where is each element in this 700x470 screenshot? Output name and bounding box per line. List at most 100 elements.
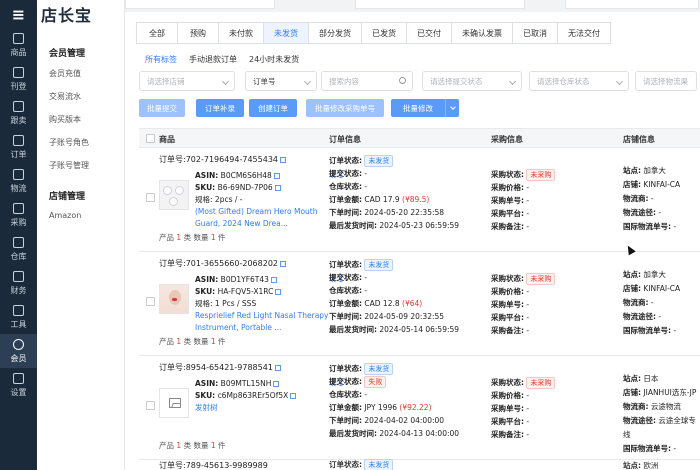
sidebar-item-recharge[interactable]: 会员充值: [49, 68, 124, 79]
row-checkbox[interactable]: [146, 401, 155, 410]
order-field-select[interactable]: 订单号: [245, 71, 317, 91]
copy-icon[interactable]: [274, 364, 281, 371]
order-no-value[interactable]: 789-45613-9989989: [186, 461, 268, 470]
status-tabs: 全部 预购 未付款 未发货 部分发货 已发货 已交付 未确认发票 已取消 无法交…: [136, 22, 611, 44]
tab-delivered[interactable]: 已交付: [406, 22, 452, 44]
order-no-value[interactable]: 702-7196494-7455434: [186, 155, 278, 164]
tab-partial[interactable]: 部分发货: [308, 22, 362, 44]
sidebar-item-sub-accounts[interactable]: 子账号管理: [49, 160, 124, 171]
logo-icon: ≡: [11, 4, 26, 24]
asin-value[interactable]: B0CM6S6H48: [221, 171, 272, 180]
batch-edit-button[interactable]: 批量修改: [391, 99, 459, 117]
sku-value[interactable]: HA-FQV5-X1RC: [218, 287, 274, 296]
sidebar-item-transactions[interactable]: 交易流水: [49, 91, 124, 102]
tab-preorder[interactable]: 预购: [177, 22, 219, 44]
submit-status-select[interactable]: 请选择提交状态: [422, 71, 522, 91]
sidebar-item-amazon[interactable]: Amazon: [49, 211, 124, 220]
buy-no-value: -: [526, 300, 530, 309]
order-no-value[interactable]: 8954-65421-9788541: [186, 363, 273, 372]
row-checkbox[interactable]: [146, 193, 155, 202]
tag-24h-unshipped[interactable]: 24小时未发货: [249, 54, 299, 65]
channel-select[interactable]: 请选择物流渠: [635, 71, 697, 91]
product-title-link[interactable]: 发射树: [195, 402, 343, 414]
logistics-line: 物流商: -: [623, 192, 700, 206]
tab-unpaid[interactable]: 未付款: [218, 22, 264, 44]
table-row: 订单号:702-7196494-7455434 ASIN: B0CM6S6H48…: [139, 148, 700, 252]
copy-icon[interactable]: [275, 289, 282, 295]
order-no-value[interactable]: 701-3655660-2068202: [186, 259, 278, 268]
ship-time-value: 2024-04-13 04:00:00: [379, 429, 460, 438]
sku-value[interactable]: B6-69ND-7P06: [218, 183, 273, 192]
select-all-checkbox[interactable]: [146, 134, 155, 143]
copy-icon[interactable]: [270, 277, 277, 283]
product-title-link[interactable]: (Most Gifted) Dream Hero Mouth Guard, 20…: [195, 206, 343, 230]
brand-title: 店长宝: [41, 6, 93, 25]
qty-label: 数量: [193, 441, 209, 450]
rail-label: 刊登: [10, 81, 27, 91]
copy-icon[interactable]: [274, 185, 281, 191]
copy-icon[interactable]: [280, 156, 287, 163]
copy-icon[interactable]: [273, 173, 280, 179]
asin-value[interactable]: B09MTL15NH: [221, 379, 272, 388]
search-icon[interactable]: [399, 77, 406, 84]
sku-value[interactable]: c6Mp863REr5Of5X: [218, 391, 289, 400]
store-select[interactable]: 请选择店铺: [139, 71, 235, 91]
dropdown-toggle[interactable]: [445, 99, 459, 117]
copy-icon[interactable]: [290, 393, 297, 399]
tab-strip-item[interactable]: [355, 0, 525, 9]
rail-item-logistics[interactable]: 物流: [0, 164, 37, 198]
rail-item-purchase[interactable]: 采购: [0, 198, 37, 232]
tab-shipped[interactable]: 已发货: [361, 22, 407, 44]
route-value: -: [658, 208, 662, 217]
product-thumbnail[interactable]: [159, 388, 189, 418]
sidebar-item-version[interactable]: 购买版本: [49, 114, 124, 125]
rail-item-follow[interactable]: 跟卖: [0, 96, 37, 130]
tab-unconfirmed-invoice[interactable]: 未确认发票: [451, 22, 513, 44]
search-input[interactable]: 搜索内容: [321, 71, 413, 91]
tab-unshipped[interactable]: 未发货: [263, 22, 309, 44]
create-order-button[interactable]: 创建订单: [249, 99, 297, 117]
rail-item-tools[interactable]: 工具: [0, 300, 37, 334]
purchase-info: 采购状态: 未采购 采购价格: - 采购单号: - 采购平台: - 采购备注: …: [491, 376, 601, 441]
order-time-value: 2024-05-09 20:32:55: [364, 312, 445, 321]
buy-status-line: 采购状态: 未采购: [491, 272, 601, 285]
product-thumbnail[interactable]: [159, 180, 189, 210]
rail-item-goods[interactable]: 商品: [0, 28, 37, 62]
tag-manual-refund[interactable]: 手动退款订单: [189, 54, 237, 65]
route-line: 物流途径: -: [623, 206, 700, 220]
rail-item-listing[interactable]: 刊登: [0, 62, 37, 96]
rail-item-orders[interactable]: 订单: [0, 130, 37, 164]
rail-item-member[interactable]: 会员: [0, 334, 37, 368]
tab-cancelled[interactable]: 已取消: [512, 22, 558, 44]
site-label: 站点:: [623, 166, 641, 175]
tab-strip-item[interactable]: [565, 0, 699, 9]
buy-price-line: 采购价格: -: [491, 389, 601, 402]
buy-status-label: 采购状态:: [491, 274, 524, 283]
sidebar-item-sub-roles[interactable]: 子账号角色: [49, 137, 124, 148]
copy-icon[interactable]: [273, 381, 280, 387]
product-title-link[interactable]: Resprielief Red Light Nasal Therapy Inst…: [195, 310, 343, 334]
product-count: 产品 1 类 数量 1 件: [159, 440, 226, 451]
product-thumbnail[interactable]: [159, 284, 189, 314]
buy-note-value: -: [526, 222, 530, 231]
asin-value[interactable]: B0D1YF6T43: [221, 275, 269, 284]
sidebar-group-title: 店铺管理: [49, 192, 86, 202]
tab-strip-item[interactable]: [125, 0, 275, 9]
tab-all[interactable]: 全部: [136, 22, 178, 44]
batch-submit-button[interactable]: 批量提交: [139, 99, 185, 117]
batch-edit-purchase-no-button[interactable]: 批量修改采购单号: [306, 99, 384, 117]
submit-status-line: 提交状态: -: [329, 271, 489, 284]
tab-undeliverable[interactable]: 无法交付: [557, 22, 611, 44]
rail-item-finance[interactable]: 财务: [0, 266, 37, 300]
copy-icon[interactable]: [280, 260, 287, 267]
order-time-line: 下单时间: 2024-05-09 20:32:55: [329, 310, 489, 323]
rail-item-settings[interactable]: 设置: [0, 368, 37, 402]
ship-time-value: 2024-05-23 06:59:59: [379, 221, 460, 230]
asin-line: ASIN: B0D1YF6T43 x 1: [195, 274, 343, 286]
buy-price-value: -: [526, 287, 530, 296]
order-supplement-button[interactable]: 订单补录: [196, 99, 244, 117]
warehouse-status-select[interactable]: 请选择仓库状态: [529, 71, 629, 91]
tag-all[interactable]: 所有标签: [145, 54, 177, 65]
rail-item-warehouse[interactable]: 仓库: [0, 232, 37, 266]
row-checkbox[interactable]: [146, 297, 155, 306]
